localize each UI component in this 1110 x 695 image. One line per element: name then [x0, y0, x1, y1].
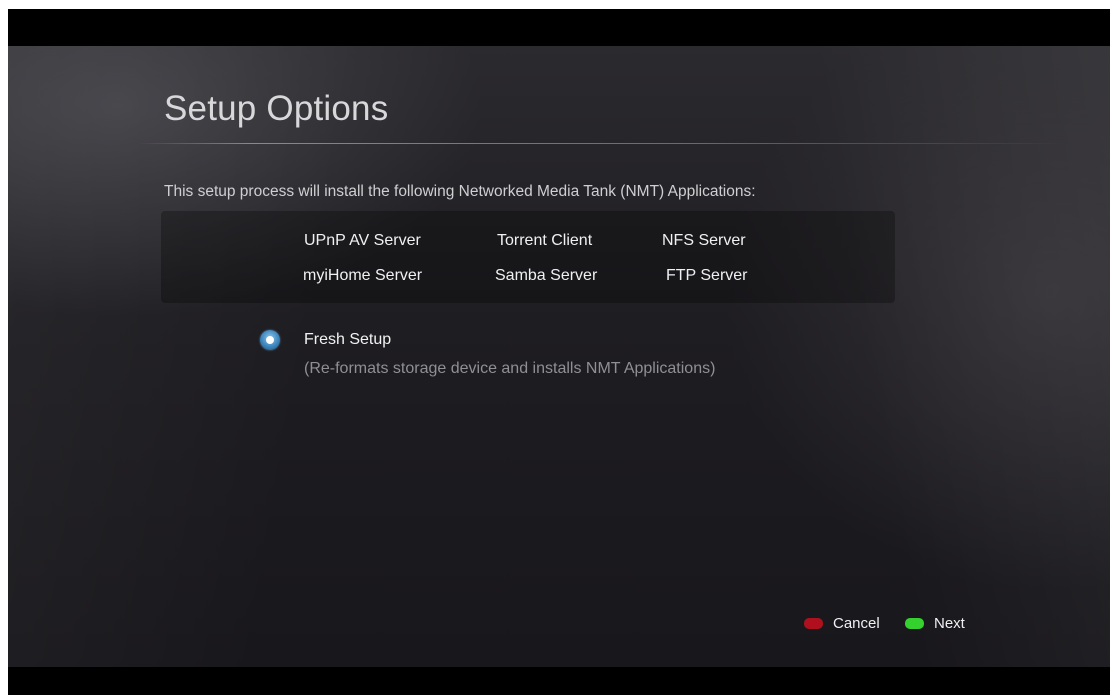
- next-label: Next: [934, 614, 965, 632]
- app-upnp-av-server: UPnP AV Server: [304, 232, 421, 249]
- cancel-button[interactable]: Cancel: [804, 613, 880, 633]
- app-ftp-server: FTP Server: [666, 267, 748, 284]
- fresh-setup-radio[interactable]: [260, 330, 280, 350]
- app-samba-server: Samba Server: [495, 267, 598, 284]
- page-title: Setup Options: [164, 89, 389, 128]
- app-myihome-server: myiHome Server: [303, 267, 423, 284]
- setup-screen: Setup Options This setup process will in…: [8, 46, 1110, 667]
- title-divider: [138, 143, 1068, 144]
- red-key-icon: [804, 617, 823, 629]
- app-torrent-client: Torrent Client: [497, 232, 593, 249]
- app-nfs-server: NFS Server: [662, 232, 746, 249]
- radio-selected-dot: [266, 336, 274, 344]
- tv-frame: Setup Options This setup process will in…: [8, 9, 1110, 695]
- green-key-icon: [905, 617, 924, 629]
- intro-text: This setup process will install the foll…: [164, 183, 756, 200]
- cancel-label: Cancel: [833, 614, 880, 632]
- fresh-setup-description: (Re-formats storage device and installs …: [304, 360, 716, 377]
- next-button[interactable]: Next: [905, 613, 965, 633]
- applications-panel: UPnP AV Server Torrent Client NFS Server…: [161, 211, 895, 303]
- fresh-setup-label[interactable]: Fresh Setup: [304, 331, 391, 349]
